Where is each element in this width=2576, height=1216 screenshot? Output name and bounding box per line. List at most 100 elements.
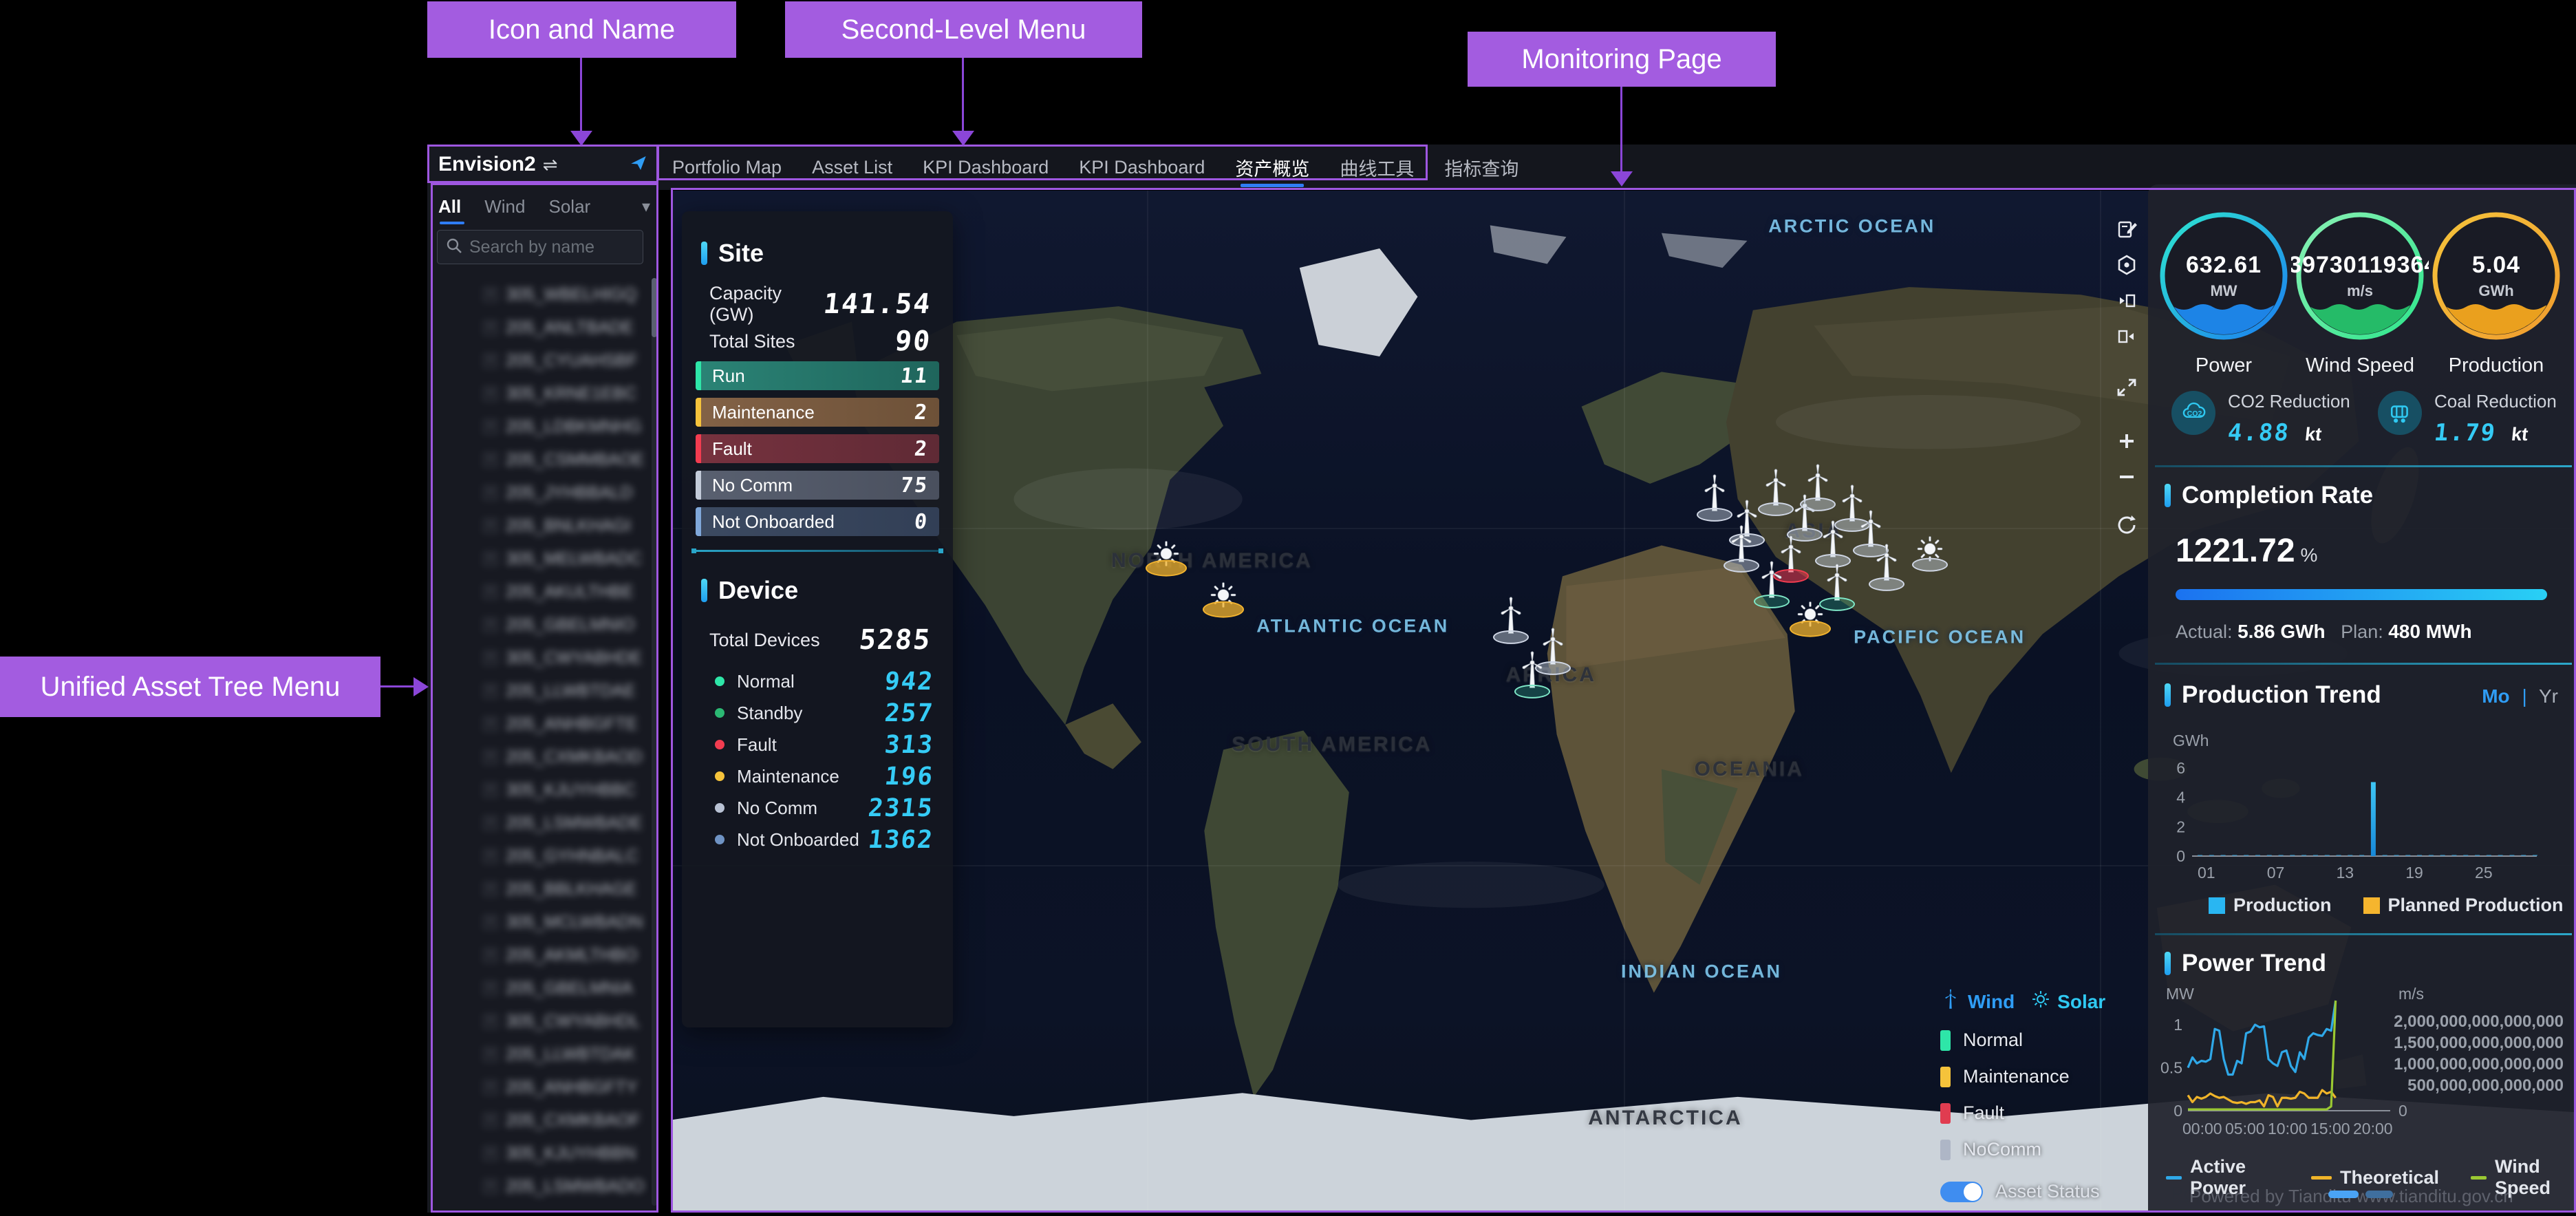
asset-item[interactable]: +205_GBELMNIO [427,608,649,641]
expander-icon[interactable]: + [484,981,497,995]
toggle-mo[interactable]: Mo [2482,685,2509,707]
asset-item[interactable]: +205_LSMWBADE [427,807,649,840]
expander-icon[interactable]: + [484,750,497,764]
refresh-icon[interactable] [2109,507,2145,543]
expander-icon[interactable]: + [484,849,497,863]
pin-icon[interactable] [630,154,647,175]
menu-item-4[interactable]: KPI Dashboard [1079,145,1205,190]
collapse-icon[interactable]: ⇌ [543,154,558,175]
asset-item[interactable]: +205_BNLKHAGI [427,509,649,542]
asset-status-toggle[interactable] [1940,1182,1983,1202]
expander-icon[interactable]: + [484,1014,497,1028]
asset-item[interactable]: +305_KJUYHBBC [427,774,649,807]
asset-item[interactable]: +205_CXMKBAOD [427,740,649,774]
menu-item-3[interactable]: KPI Dashboard [923,145,1049,190]
expander-icon[interactable]: + [484,453,497,467]
expander-icon[interactable]: + [484,717,497,731]
gear-icon[interactable] [2109,247,2145,283]
expander-icon[interactable]: + [484,420,497,434]
asset-item[interactable]: +205_JYHBBALD [427,476,649,509]
asset-item[interactable]: +205_AKMLTHBO [427,939,649,972]
turbine-marker[interactable] [1803,464,1833,506]
asset-item[interactable]: +305_KRNE1EBC [427,377,649,410]
expander-icon[interactable]: + [484,1080,497,1094]
expander-icon[interactable]: + [484,1113,497,1127]
legend-wind-label[interactable]: Wind [1968,991,2015,1013]
expander-icon[interactable]: + [484,915,497,929]
tab-solar[interactable]: Solar [548,196,590,217]
asset-item[interactable]: +305_KJUYHBBN [427,1137,649,1170]
zoom-in-icon[interactable] [2109,423,2145,459]
turbine-marker[interactable] [1757,561,1787,603]
sun-marker[interactable] [1210,581,1237,612]
edit-icon[interactable] [2109,211,2145,247]
panel-left-icon[interactable] [2109,319,2145,354]
expander-icon[interactable]: + [484,1180,497,1193]
legend-solar-label[interactable]: Solar [2057,991,2105,1013]
sun-marker[interactable] [1916,535,1944,566]
asset-item[interactable]: +305_MELWBADC [427,542,649,575]
asset-item[interactable]: +205_AKULTHBE [427,575,649,608]
expand-icon[interactable] [2109,370,2145,405]
asset-item[interactable]: +205_CSMMBAOE [427,443,649,476]
panel-right-icon[interactable] [2109,283,2145,319]
turbine-marker[interactable] [1496,597,1526,639]
expander-icon[interactable]: + [484,552,497,566]
expander-icon[interactable]: + [484,783,497,797]
legend-theoretical[interactable]: Theoretical [2311,1167,2439,1188]
legend-production[interactable]: Production [2209,895,2332,916]
turbine-marker[interactable] [1726,525,1757,567]
expander-icon[interactable]: + [484,882,497,896]
asset-item[interactable]: +205_CYUAHSBF [427,344,649,377]
asset-item[interactable]: +305_CWYABHDE [427,641,649,674]
expander-icon[interactable]: + [484,387,497,401]
search-input[interactable]: Search by name [437,230,643,264]
asset-item[interactable]: +205_ANHBGFTE [427,707,649,740]
turbine-marker[interactable] [1517,651,1547,693]
expander-icon[interactable]: + [484,1047,497,1061]
zoom-out-icon[interactable] [2109,459,2145,495]
sidebar-scrollbar[interactable] [652,278,657,1206]
asset-item[interactable]: +205_LLWBTDAK [427,1038,649,1071]
expander-icon[interactable]: + [484,519,497,533]
expander-icon[interactable]: + [484,585,497,599]
expander-icon[interactable]: + [484,651,497,665]
asset-item[interactable]: +205_LDBKMNHG [427,410,649,443]
expander-icon[interactable]: + [484,354,497,367]
asset-item[interactable]: +205_ANHBGFTY [427,1071,649,1104]
sun-marker[interactable] [1796,601,1824,632]
tab-all[interactable]: All [438,196,461,217]
expander-icon[interactable]: + [484,486,497,500]
menu-item-5[interactable]: 资产概览 [1235,145,1309,190]
expander-icon[interactable]: + [484,618,497,632]
asset-item[interactable]: +205_LSMWBADO [427,1170,649,1203]
turbine-marker[interactable] [1699,474,1730,516]
expander-icon[interactable]: + [484,288,497,301]
tabs-caret-icon[interactable]: ▾ [642,197,650,217]
toggle-yr[interactable]: Yr [2539,685,2558,707]
menu-item-2[interactable]: Asset List [812,145,892,190]
menu-item-1[interactable]: Portfolio Map [672,145,782,190]
asset-item[interactable]: +305_CWYABHDL [427,1005,649,1038]
asset-item[interactable]: +305_MCLWBADN [427,906,649,939]
menu-item-7[interactable]: 指标查询 [1444,145,1518,190]
expander-icon[interactable]: + [484,1146,497,1160]
turbine-marker[interactable] [1822,564,1852,606]
pager-pill[interactable] [2365,1191,2393,1198]
asset-item[interactable]: +205_GBELMNIA [427,972,649,1005]
asset-item[interactable]: +205_LLWBTDAE [427,674,649,707]
menu-item-6[interactable]: 曲线工具 [1340,145,1414,190]
tab-wind[interactable]: Wind [484,196,525,217]
legend-planned-production[interactable]: Planned Production [2363,895,2564,916]
asset-item[interactable]: +205_ANLTBADE [427,311,649,344]
scrollbar-thumb[interactable] [652,278,657,337]
asset-item[interactable]: +205_GYHNBALC [427,840,649,873]
asset-item[interactable]: +205_BBLKHAGE [427,873,649,906]
turbine-marker[interactable] [1871,544,1902,586]
turbine-marker[interactable] [1761,469,1791,511]
asset-item[interactable]: +205_CXMKBAOF [427,1104,649,1137]
expander-icon[interactable]: + [484,948,497,962]
sun-marker[interactable] [1152,540,1180,571]
asset-item[interactable]: +305_WBELHIGQ [427,278,649,311]
pager-pill-active[interactable] [2328,1191,2359,1198]
